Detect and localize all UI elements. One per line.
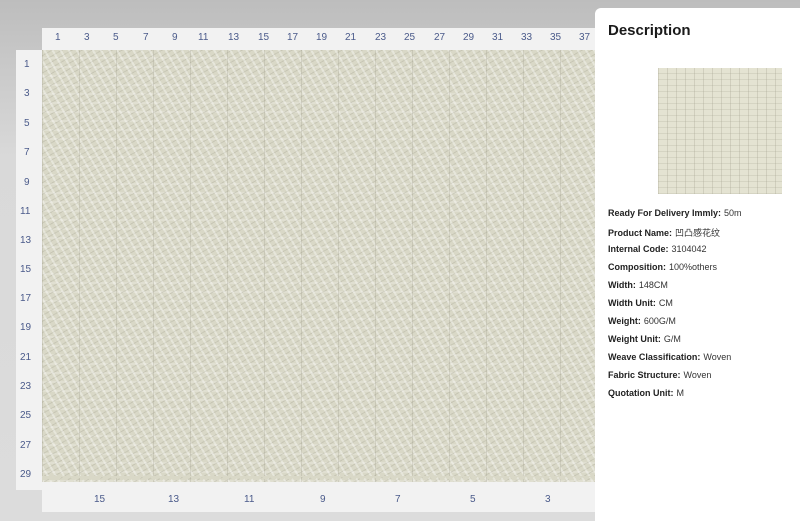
spec-label: Internal Code:	[608, 244, 669, 254]
ruler-top-label: 17	[287, 32, 299, 43]
spec-composition: Composition: 100%others	[608, 262, 717, 272]
ruler-left-label: 3	[24, 88, 30, 99]
spec-label: Ready For Delivery Immly:	[608, 208, 722, 218]
spec-value: 600G/M	[643, 316, 676, 326]
ruler-top-label: 25	[404, 32, 416, 43]
ruler-top-label: 15	[258, 32, 270, 43]
ruler-left-label: 29	[20, 469, 32, 480]
ruler-bottom-label: 9	[320, 494, 326, 505]
ruler-left-label: 5	[24, 118, 30, 129]
ruler-bottom-label: 11	[244, 494, 255, 505]
spec-label: Weight Unit:	[608, 334, 661, 344]
spec-label: Product Name:	[608, 228, 673, 238]
spec-value: 3104042	[671, 244, 707, 254]
spec-weight: Weight: 600G/M	[608, 316, 676, 326]
ruler-top-label: 27	[434, 32, 446, 43]
spec-value: Woven	[683, 370, 712, 380]
spec-label: Quotation Unit:	[608, 388, 674, 398]
spec-value: G/M	[663, 334, 681, 344]
ruler-top-label: 5	[113, 32, 119, 43]
ruler-left-label: 1	[24, 59, 30, 70]
spec-product-name: Product Name: 凹凸感花纹	[608, 226, 720, 239]
spec-value: 148CM	[638, 280, 668, 290]
ruler-top: 1 3 5 7 9 11 13 15 17 19 21 23 25 27 29 …	[42, 28, 602, 50]
spec-width-unit: Width Unit: CM	[608, 298, 673, 308]
spec-label: Width Unit:	[608, 298, 656, 308]
spec-quotation-unit: Quotation Unit: M	[608, 388, 684, 398]
ruler-left-label: 21	[20, 352, 32, 363]
ruler-bottom-label: 7	[395, 494, 401, 505]
ruler-left-label: 7	[24, 147, 30, 158]
ruler-bottom-label: 15	[94, 494, 106, 505]
fabric-preview-image[interactable]	[42, 50, 595, 482]
ruler-left-label: 17	[20, 293, 32, 304]
ruler-top-label: 19	[316, 32, 328, 43]
ruler-bottom: 15 13 11 9 7 5 3	[42, 482, 602, 512]
ruler-left-label: 15	[20, 264, 32, 275]
spec-ready-for-delivery: Ready For Delivery Immly: 50m	[608, 208, 742, 218]
spec-value: 凹凸感花纹	[675, 228, 721, 238]
spec-value: Woven	[703, 352, 732, 362]
spec-weave-classification: Weave Classification: Woven	[608, 352, 731, 362]
spec-fabric-structure: Fabric Structure: Woven	[608, 370, 711, 380]
ruler-left-label: 13	[20, 235, 32, 246]
spec-value: M	[676, 388, 684, 398]
spec-value: CM	[658, 298, 673, 308]
ruler-top-label: 37	[579, 32, 591, 43]
spec-value: 50m	[724, 208, 742, 218]
spec-value: 100%others	[669, 262, 718, 272]
ruler-bottom-label: 5	[470, 494, 476, 505]
ruler-top-label: 11	[198, 32, 209, 43]
ruler-top-label: 1	[55, 32, 61, 43]
ruler-top-label: 29	[463, 32, 475, 43]
ruler-top-label: 35	[550, 32, 562, 43]
spec-internal-code: Internal Code: 3104042	[608, 244, 707, 254]
ruler-left-label: 9	[24, 177, 30, 188]
spec-label: Composition:	[608, 262, 666, 272]
spec-label: Weight:	[608, 316, 641, 326]
spec-label: Width:	[608, 280, 636, 290]
spec-label: Fabric Structure:	[608, 370, 681, 380]
ruler-top-label: 33	[521, 32, 533, 43]
ruler-bottom-label: 13	[168, 494, 180, 505]
ruler-top-label: 31	[492, 32, 504, 43]
ruler-top-label: 9	[172, 32, 178, 43]
spec-width: Width: 148CM	[608, 280, 668, 290]
panel-title: Description	[608, 22, 691, 39]
ruler-bottom-label: 3	[545, 494, 551, 505]
ruler-top-label: 21	[345, 32, 357, 43]
ruler-left: 1 3 5 7 9 11 13 15 17 19 21 23 25 27 29	[16, 50, 42, 490]
ruler-left-label: 23	[20, 381, 32, 392]
ruler-left-label: 25	[20, 410, 32, 421]
fabric-swatch-thumbnail[interactable]	[658, 68, 782, 194]
ruler-left-label: 27	[20, 440, 32, 451]
ruler-top-label: 7	[143, 32, 149, 43]
fabric-edge	[42, 476, 595, 486]
ruler-left-label: 11	[20, 206, 31, 217]
ruler-top-label: 3	[84, 32, 90, 43]
spec-label: Weave Classification:	[608, 352, 701, 362]
ruler-top-label: 13	[228, 32, 240, 43]
ruler-top-label: 23	[375, 32, 387, 43]
description-panel: Description Ready For Delivery Immly: 50m…	[595, 8, 800, 521]
spec-weight-unit: Weight Unit: G/M	[608, 334, 681, 344]
ruler-left-label: 19	[20, 322, 32, 333]
